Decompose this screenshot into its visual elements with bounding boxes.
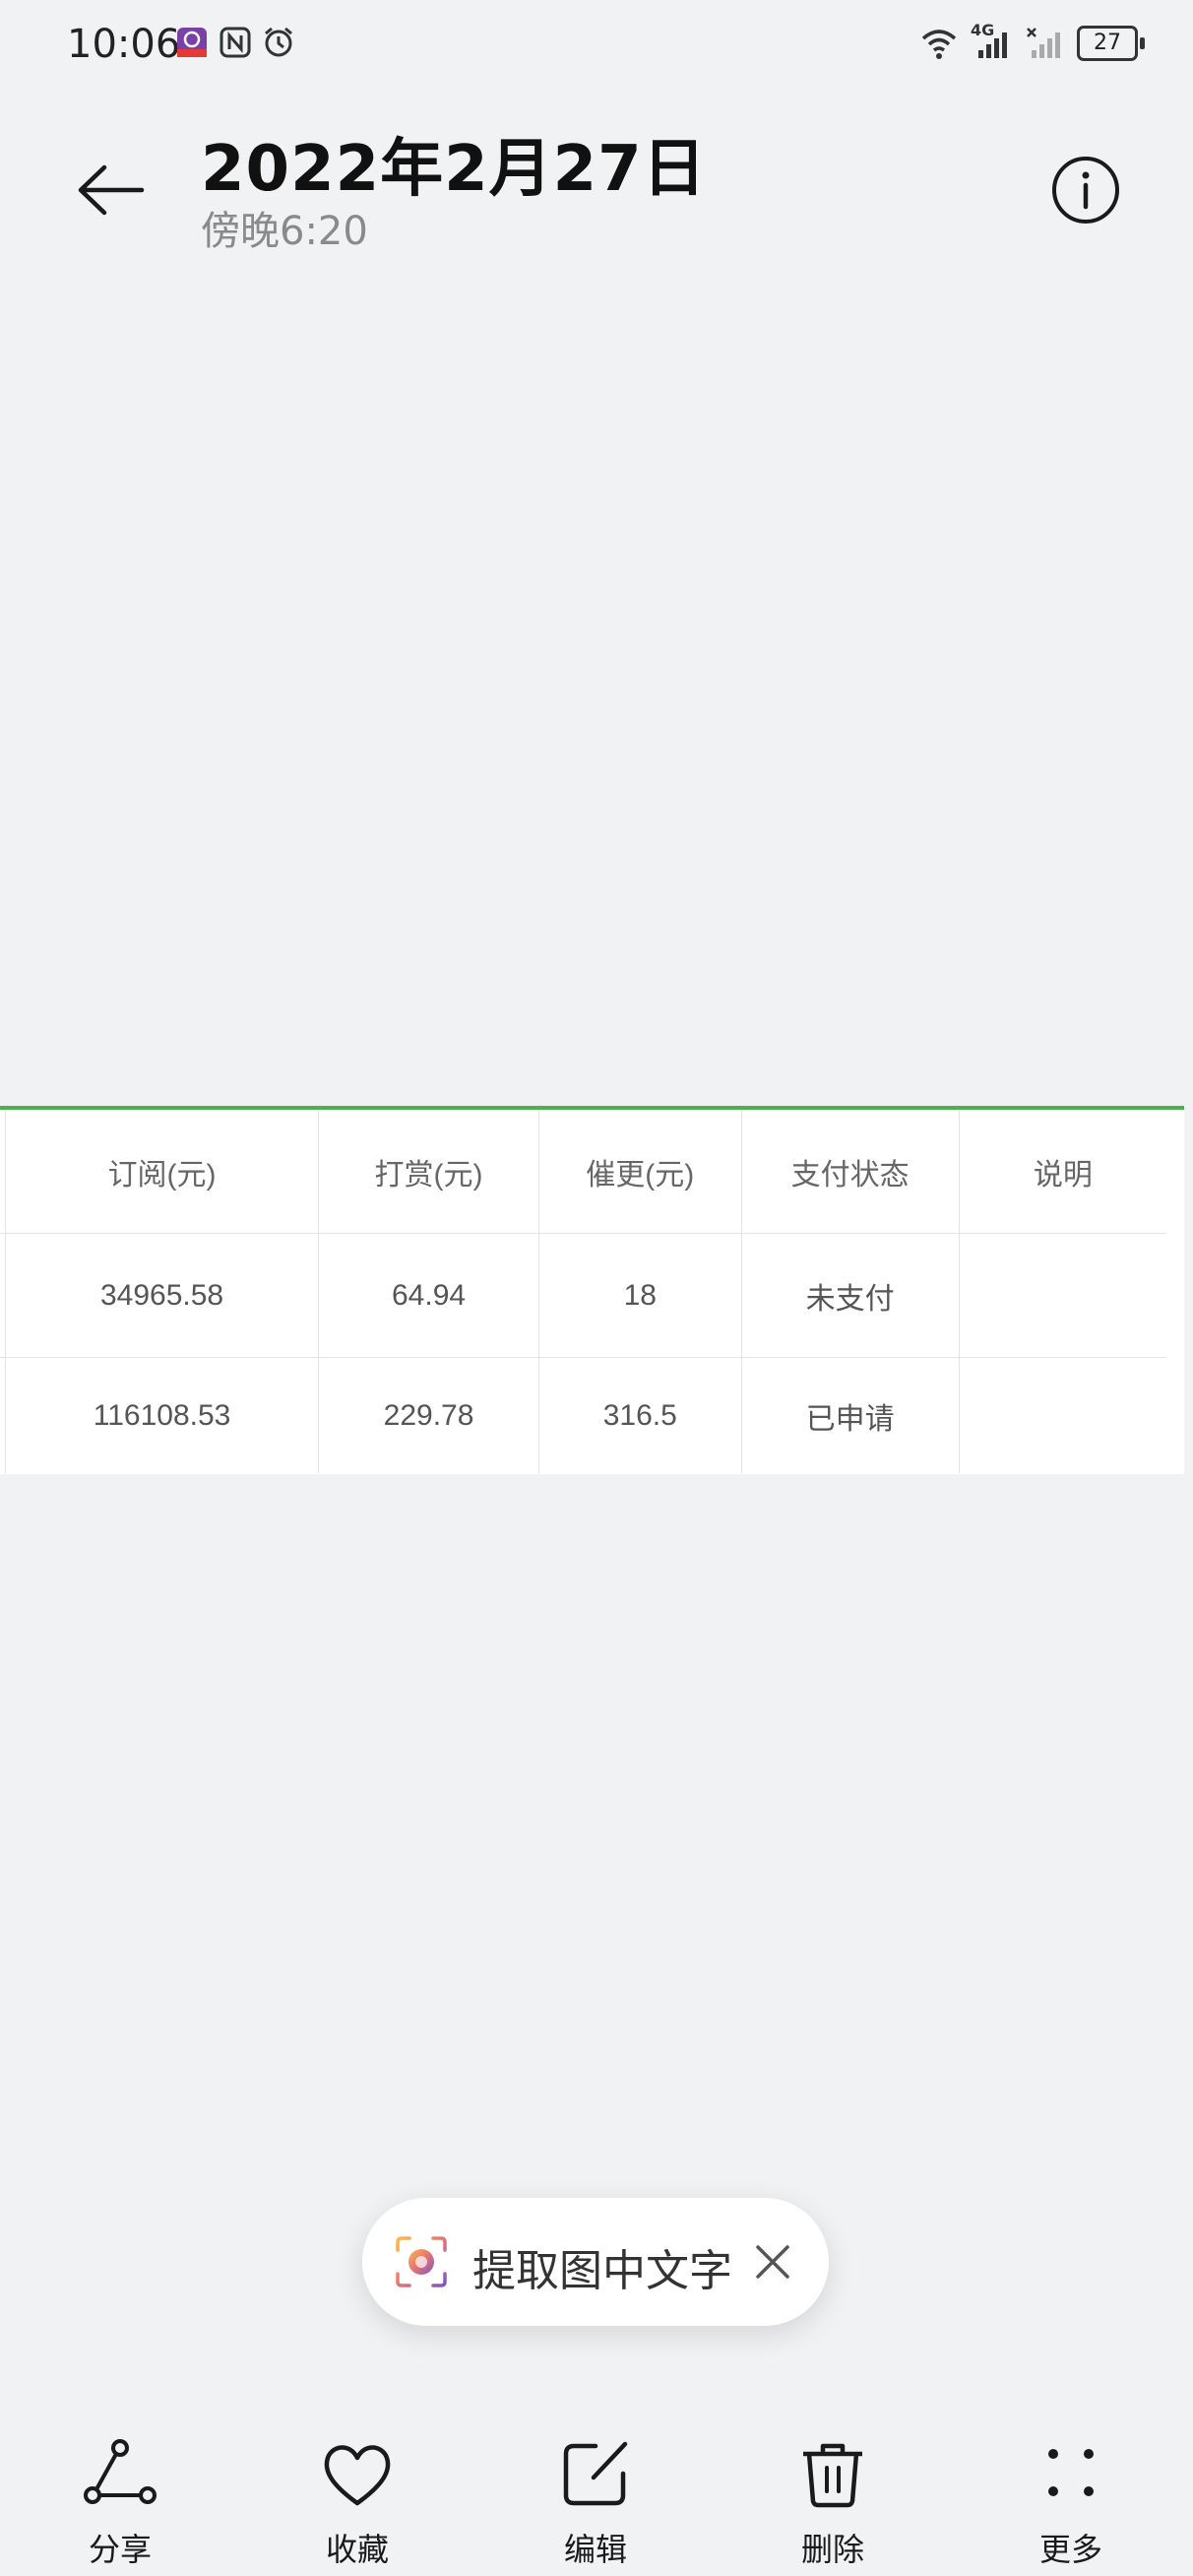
page-title: 2022年2月27日 (201, 133, 707, 206)
delete-label: 删除 (800, 2531, 864, 2568)
table-cell: 未支付 (741, 1233, 960, 1358)
extract-text-label: 提取图中文字 (472, 2246, 732, 2296)
edit-icon (563, 2441, 628, 2506)
header: 2022年2月27日 傍晚6:20 (0, 98, 1193, 276)
table-cell: 116108.53 (5, 1357, 320, 1473)
more-icon (1048, 2449, 1094, 2496)
table-cell: 229.78 (318, 1357, 539, 1473)
status-bar: 10:06 4G 27 (0, 0, 1193, 98)
table-cell: 64.94 (318, 1233, 539, 1358)
table-cell: 316.5 (538, 1357, 742, 1473)
signal-icon: 4G (971, 21, 1014, 60)
table-row: 34965.58 64.94 18 未支付 (0, 1233, 1166, 1358)
column-header: 打赏(元) (318, 1110, 539, 1234)
image-table[interactable]: 订阅(元) 打赏(元) 催更(元) 支付状态 说明 34965.58 64.94… (0, 1106, 1184, 1474)
battery-icon: 27 (1077, 26, 1145, 61)
edit-button[interactable]: 编辑 (507, 2422, 684, 2576)
favorite-label: 收藏 (325, 2531, 389, 2568)
table-header-row: 订阅(元) 打赏(元) 催更(元) 支付状态 说明 (0, 1110, 1166, 1234)
edit-label: 编辑 (563, 2531, 627, 2568)
favorite-button[interactable]: 收藏 (269, 2422, 446, 2576)
trash-icon (803, 2443, 862, 2508)
status-time: 10:06 (67, 22, 181, 67)
signal-no-sim-icon (1027, 28, 1060, 58)
app-badge-icon (177, 28, 207, 57)
bottom-toolbar: 分享 收藏 编辑 删除 更多 (0, 2422, 1193, 2576)
heart-icon (324, 2445, 391, 2506)
wifi-icon (921, 30, 957, 59)
table-cell (959, 1233, 1166, 1358)
status-icons-right: 4G 27 (919, 21, 1145, 61)
table-cell: 已申请 (741, 1357, 960, 1473)
share-label: 分享 (88, 2531, 152, 2568)
data-table: 订阅(元) 打赏(元) 催更(元) 支付状态 说明 34965.58 64.94… (0, 1110, 1166, 1473)
column-header: 催更(元) (538, 1110, 742, 1234)
column-header: 订阅(元) (5, 1110, 320, 1234)
more-button[interactable]: 更多 (982, 2422, 1160, 2576)
share-icon (84, 2439, 157, 2504)
extract-text-pill[interactable]: 提取图中文字 (362, 2198, 829, 2326)
page-subtitle: 傍晚6:20 (201, 209, 368, 254)
table-cell: 34965.58 (5, 1233, 320, 1358)
alarm-icon (265, 27, 292, 57)
more-label: 更多 (1038, 2531, 1102, 2568)
table-cell (959, 1358, 1166, 1474)
nfc-icon (220, 27, 251, 58)
info-icon[interactable] (1043, 148, 1128, 232)
close-icon[interactable] (748, 2237, 797, 2286)
column-header: 支付状态 (741, 1110, 960, 1234)
share-button[interactable]: 分享 (31, 2422, 209, 2576)
scan-text-icon (396, 2236, 447, 2287)
status-icons-left (175, 26, 295, 59)
table-row: 116108.53 229.78 316.5 已申请 (0, 1357, 1166, 1474)
table-cell: 18 (538, 1233, 742, 1358)
back-arrow-icon[interactable] (69, 148, 154, 232)
column-header: 说明 (959, 1110, 1166, 1234)
delete-button[interactable]: 删除 (744, 2422, 921, 2576)
